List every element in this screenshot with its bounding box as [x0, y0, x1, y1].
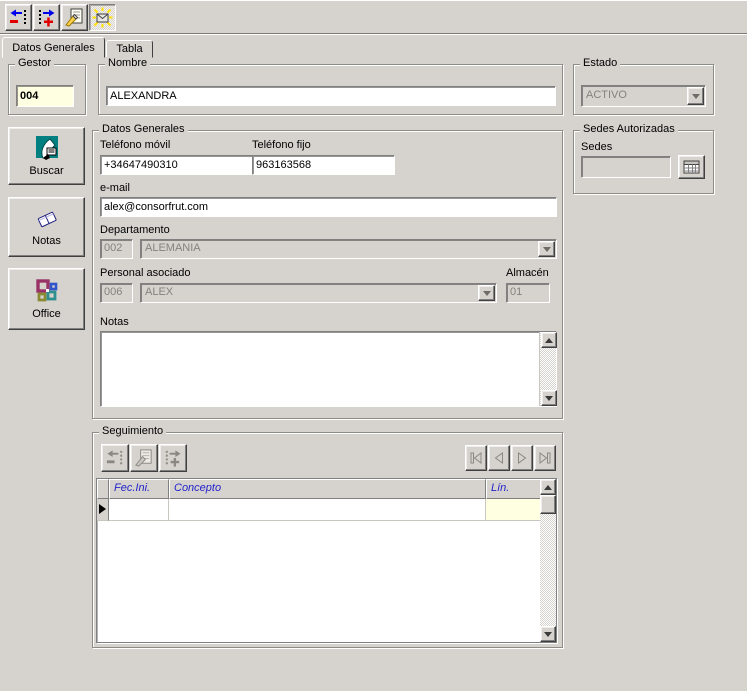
departamento-value: ALEMANIA — [145, 242, 536, 254]
office-logo-icon — [34, 278, 60, 304]
notas-field-label: Notas — [100, 316, 129, 328]
table-grid-icon — [683, 160, 700, 174]
tab-datos-generales[interactable]: Datos Generales — [2, 37, 105, 58]
scroll-up-icon[interactable] — [540, 479, 556, 495]
estado-dropdown-button[interactable] — [687, 87, 704, 105]
seguimiento-grid[interactable]: Fec.Ini. Concepto Lín. — [96, 478, 557, 643]
chevron-down-icon — [483, 291, 491, 296]
notas-textarea[interactable] — [100, 331, 557, 407]
grid-row-indicator — [97, 499, 109, 521]
tab-tabla[interactable]: Tabla — [106, 40, 153, 58]
next-record-button[interactable] — [511, 445, 533, 471]
email-input[interactable] — [100, 197, 557, 217]
last-record-icon — [538, 451, 552, 465]
prior-record-icon — [492, 451, 506, 465]
estado-combobox[interactable]: ACTIVO — [581, 85, 706, 107]
departamento-combobox[interactable]: ALEMANIA — [140, 239, 557, 259]
edit-record-icon — [64, 7, 85, 28]
chevron-down-icon — [543, 247, 551, 252]
next-record-icon — [515, 451, 529, 465]
almacen-field[interactable]: 01 — [506, 283, 550, 303]
personal-dropdown-button[interactable] — [478, 285, 495, 301]
personal-combobox[interactable]: ALEX — [140, 283, 497, 303]
record-prior-icon — [8, 7, 29, 28]
first-record-icon — [469, 451, 483, 465]
search-hand-icon — [34, 135, 60, 161]
main-toolbar — [0, 0, 747, 34]
scroll-up-icon[interactable] — [541, 332, 557, 348]
grid-cell-fec-ini[interactable] — [109, 499, 169, 521]
almacen-label: Almacén — [506, 267, 549, 279]
grid-scrollbar[interactable] — [540, 479, 556, 642]
telefono-fijo-label: Teléfono fijo — [252, 139, 311, 151]
send-record-button[interactable] — [89, 4, 116, 31]
buscar-button[interactable]: Buscar — [8, 127, 85, 185]
buscar-label: Buscar — [29, 165, 63, 177]
seg-edit-button[interactable] — [130, 444, 158, 472]
telefono-movil-input[interactable] — [100, 155, 253, 175]
estado-group-title: Estado — [580, 57, 620, 69]
telefono-fijo-input[interactable] — [252, 155, 395, 175]
grid-indicator-header — [97, 479, 109, 499]
grid-cell-concepto[interactable] — [169, 499, 486, 521]
datos-generales-group-title: Datos Generales — [99, 123, 188, 135]
nombre-group-title: Nombre — [105, 57, 150, 69]
sedes-group-title: Sedes Autorizadas — [580, 123, 678, 135]
grid-header-concepto[interactable]: Concepto — [169, 479, 486, 499]
scrollbar-thumb[interactable] — [540, 495, 556, 514]
seguimiento-group-title: Seguimiento — [99, 425, 166, 437]
telefono-movil-label: Teléfono móvil — [100, 139, 170, 151]
seg-insert-next-button[interactable] — [159, 444, 187, 472]
sedes-field[interactable] — [581, 156, 671, 178]
scroll-down-icon[interactable] — [541, 390, 557, 406]
office-label: Office — [32, 308, 61, 320]
gestor-group-title: Gestor — [15, 57, 54, 69]
send-record-icon — [92, 7, 113, 28]
record-prior-button[interactable] — [5, 4, 32, 31]
personal-asociado-label: Personal asociado — [100, 267, 191, 279]
grid-header-fec-ini[interactable]: Fec.Ini. — [109, 479, 169, 499]
edit-record-disabled-icon — [134, 448, 154, 468]
prior-record-button[interactable] — [488, 445, 510, 471]
gestor-code-input[interactable] — [16, 85, 74, 107]
record-next-disabled-icon — [163, 448, 183, 468]
sedes-label: Sedes — [581, 141, 612, 153]
notas-button[interactable]: Notas — [8, 197, 85, 257]
app-window: { "toolbar": { "buttons": [ {"icon": "re… — [0, 0, 747, 691]
chevron-down-icon — [692, 94, 700, 99]
last-record-button[interactable] — [534, 445, 556, 471]
grid-header-lin[interactable]: Lín. — [486, 479, 541, 499]
departamento-label: Departamento — [100, 224, 170, 236]
notas-scrollbar[interactable] — [539, 332, 556, 406]
departamento-dropdown-button[interactable] — [538, 241, 555, 257]
personal-code-field[interactable]: 006 — [100, 283, 133, 303]
office-button[interactable]: Office — [8, 268, 85, 330]
record-next-icon — [36, 7, 57, 28]
personal-value: ALEX — [145, 286, 476, 298]
tab-label: Datos Generales — [12, 42, 95, 54]
departamento-code-field[interactable]: 002 — [100, 239, 133, 259]
sedes-grid-button[interactable] — [678, 155, 705, 179]
nombre-input[interactable] — [106, 86, 556, 106]
current-row-marker-icon — [99, 504, 106, 514]
record-next-button[interactable] — [33, 4, 60, 31]
first-record-button[interactable] — [465, 445, 487, 471]
tab-label: Tabla — [116, 43, 142, 55]
edit-record-button[interactable] — [61, 4, 88, 31]
estado-value: ACTIVO — [586, 89, 685, 101]
grid-cell-lin[interactable] — [486, 499, 541, 521]
record-prior-disabled-icon — [105, 448, 125, 468]
seg-insert-prior-button[interactable] — [101, 444, 129, 472]
notas-label: Notas — [32, 235, 61, 247]
scroll-down-icon[interactable] — [540, 626, 556, 642]
email-label: e-mail — [100, 182, 130, 194]
notebook-icon — [34, 207, 60, 231]
